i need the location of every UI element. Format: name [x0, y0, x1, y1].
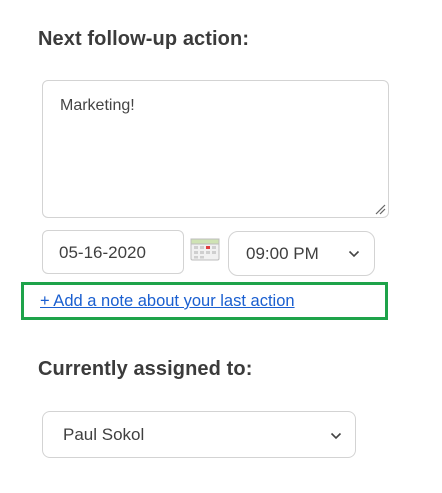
assignee-value: Paul Sokol	[63, 425, 145, 444]
followup-heading: Next follow-up action:	[38, 28, 250, 50]
followup-date-value: 05-16-2020	[59, 243, 146, 262]
followup-time-value: 09:00 PM	[246, 244, 319, 263]
add-note-link-highlight: + Add a note about your last action	[21, 282, 388, 320]
chevron-down-icon	[348, 250, 360, 258]
followup-note-text: Marketing!	[60, 97, 135, 114]
followup-date-input[interactable]: 05-16-2020	[42, 230, 184, 274]
followup-time-select[interactable]: 09:00 PM	[228, 231, 375, 276]
followup-note-textarea[interactable]: Marketing!	[42, 80, 389, 218]
calendar-icon[interactable]	[190, 237, 220, 261]
assigned-heading: Currently assigned to:	[38, 358, 253, 380]
resize-grip-icon[interactable]	[374, 203, 386, 215]
chevron-down-icon	[330, 432, 342, 440]
assignee-select[interactable]: Paul Sokol	[42, 411, 356, 458]
add-note-link[interactable]: + Add a note about your last action	[40, 292, 295, 311]
